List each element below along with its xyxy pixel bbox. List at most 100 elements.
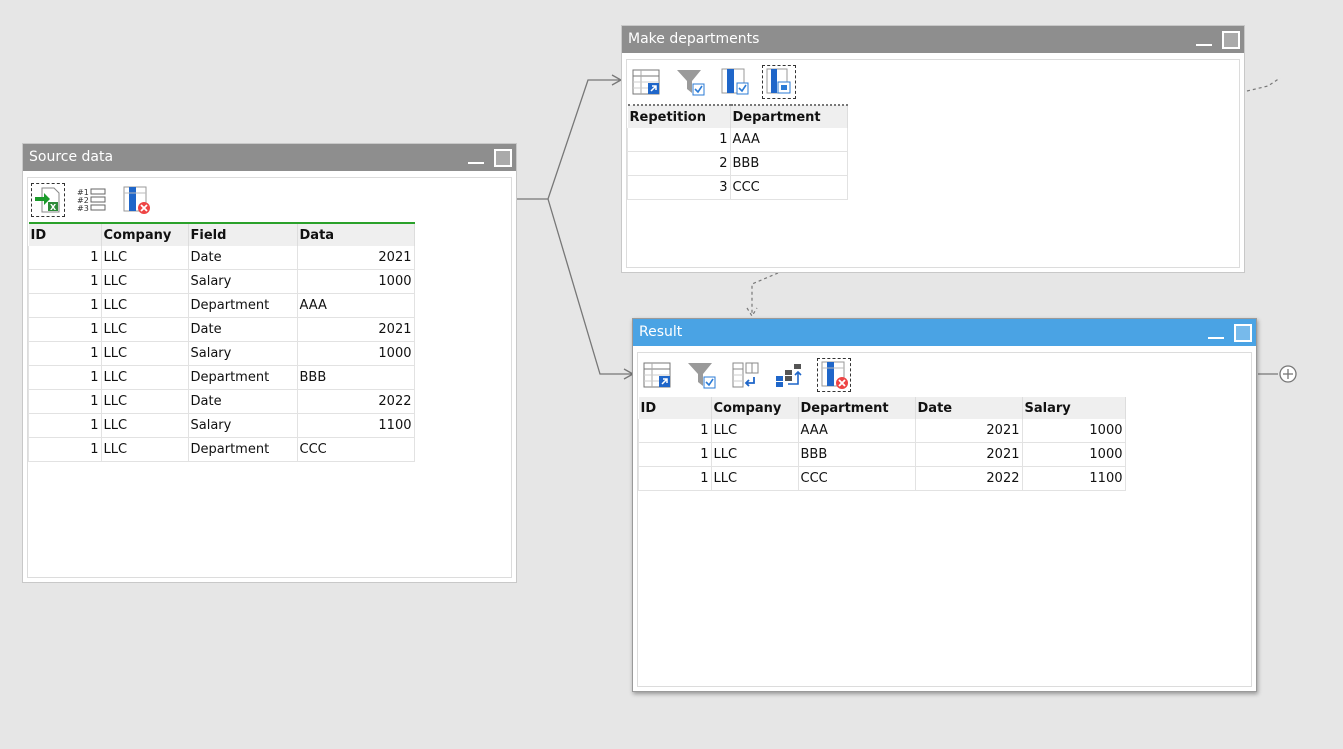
table-cell[interactable]: CCC <box>730 175 848 200</box>
table-cell[interactable]: 2021 <box>915 419 1023 443</box>
sort-button[interactable] <box>773 358 807 392</box>
table-cell[interactable]: 2022 <box>915 466 1023 491</box>
table-row[interactable]: 1 LLC Department BBB <box>28 365 415 390</box>
minimize-button[interactable] <box>1208 325 1224 341</box>
column-header[interactable]: Date <box>915 397 1023 419</box>
table-cell[interactable]: LLC <box>101 317 189 342</box>
table-cell[interactable]: 1 <box>28 269 102 294</box>
table-cell[interactable]: LLC <box>101 341 189 366</box>
table-row[interactable]: 1 LLC Department AAA <box>28 293 415 318</box>
column-header[interactable]: Department <box>798 397 916 419</box>
table-cell[interactable]: 1 <box>28 413 102 438</box>
table-cell[interactable]: 1 <box>28 341 102 366</box>
table-cell[interactable]: AAA <box>798 419 916 443</box>
table-cell[interactable]: LLC <box>711 419 799 443</box>
table-cell[interactable]: Date <box>188 317 298 342</box>
column-header[interactable]: Salary <box>1022 397 1126 419</box>
table-cell[interactable]: CCC <box>297 437 415 462</box>
table-cell[interactable]: Salary <box>188 269 298 294</box>
table-row[interactable]: 1 LLC CCC 2022 1100 <box>638 466 1126 491</box>
table-row[interactable]: 2 BBB <box>627 151 848 176</box>
table-cell[interactable]: 1 <box>28 293 102 318</box>
table-cell[interactable]: LLC <box>711 466 799 491</box>
table-cell[interactable]: 1 <box>638 442 712 467</box>
table-cell[interactable]: 1 <box>28 437 102 462</box>
table-cell[interactable]: Salary <box>188 413 298 438</box>
column-header[interactable]: Company <box>711 397 799 419</box>
table-cell[interactable]: LLC <box>711 442 799 467</box>
numbered-list-button[interactable]: #1 #2 #3 <box>75 183 109 217</box>
table-cell[interactable]: 2021 <box>297 317 415 342</box>
table-cell[interactable]: Date <box>188 246 298 270</box>
maximize-button[interactable] <box>494 148 512 167</box>
import-excel-button[interactable]: X <box>31 183 65 217</box>
table-row[interactable]: 1 LLC Date 2022 <box>28 389 415 414</box>
table-cell[interactable]: 1 <box>638 419 712 443</box>
table-cell[interactable]: 1 <box>28 317 102 342</box>
source-data-titlebar[interactable]: Source data <box>23 144 516 171</box>
column-header[interactable]: ID <box>28 222 102 246</box>
table-row[interactable]: 1 LLC Date 2021 <box>28 317 415 342</box>
table-cell[interactable]: 2021 <box>915 442 1023 467</box>
table-cell[interactable]: 3 <box>627 175 731 200</box>
export-table-button[interactable] <box>630 65 664 99</box>
table-row[interactable]: 1 LLC Salary 1000 <box>28 341 415 366</box>
table-cell[interactable]: 2022 <box>297 389 415 414</box>
table-cell[interactable]: BBB <box>297 365 415 390</box>
table-cell[interactable]: CCC <box>798 466 916 491</box>
table-row[interactable]: 3 CCC <box>627 175 848 200</box>
table-row[interactable]: 1 LLC Date 2021 <box>28 246 415 270</box>
table-cell[interactable]: LLC <box>101 389 189 414</box>
column-header[interactable]: ID <box>638 397 712 419</box>
maximize-button[interactable] <box>1234 323 1252 342</box>
table-row[interactable]: 1 AAA <box>627 128 848 152</box>
table-cell[interactable]: BBB <box>730 151 848 176</box>
select-column-button[interactable] <box>718 65 752 99</box>
column-header[interactable]: Company <box>101 222 189 246</box>
remove-column-button[interactable] <box>817 358 851 392</box>
table-cell[interactable]: 1 <box>638 466 712 491</box>
table-row[interactable]: 1 LLC Department CCC <box>28 437 415 462</box>
table-cell[interactable]: LLC <box>101 269 189 294</box>
table-cell[interactable]: 1 <box>28 246 102 270</box>
table-cell[interactable]: LLC <box>101 437 189 462</box>
table-row[interactable]: 1 LLC AAA 2021 1000 <box>638 419 1126 443</box>
column-header[interactable]: Department <box>730 104 848 128</box>
table-cell[interactable]: Salary <box>188 341 298 366</box>
make-departments-panel[interactable]: Make departments Repetition Department 1… <box>621 25 1245 273</box>
table-cell[interactable]: 1 <box>28 365 102 390</box>
table-row[interactable]: 1 LLC Salary 1000 <box>28 269 415 294</box>
table-row[interactable]: 1 LLC Salary 1100 <box>28 413 415 438</box>
table-cell[interactable]: Date <box>188 389 298 414</box>
table-cell[interactable]: LLC <box>101 413 189 438</box>
add-node-icon[interactable] <box>1279 365 1297 383</box>
table-cell[interactable]: Department <box>188 293 298 318</box>
table-cell[interactable]: LLC <box>101 365 189 390</box>
pivot-button[interactable] <box>729 358 763 392</box>
table-cell[interactable]: 1000 <box>1022 419 1126 443</box>
table-cell[interactable]: BBB <box>798 442 916 467</box>
table-cell[interactable]: Department <box>188 437 298 462</box>
table-cell[interactable]: 2021 <box>297 246 415 270</box>
filter-button[interactable] <box>674 65 708 99</box>
make-departments-titlebar[interactable]: Make departments <box>622 26 1244 53</box>
table-row[interactable]: 1 LLC BBB 2021 1000 <box>638 442 1126 467</box>
table-cell[interactable]: Department <box>188 365 298 390</box>
table-cell[interactable]: AAA <box>297 293 415 318</box>
table-cell[interactable]: 1 <box>627 128 731 152</box>
table-cell[interactable]: 1100 <box>297 413 415 438</box>
column-header[interactable]: Field <box>188 222 298 246</box>
export-table-button[interactable] <box>641 358 675 392</box>
table-cell[interactable]: LLC <box>101 293 189 318</box>
table-cell[interactable]: 1000 <box>297 269 415 294</box>
result-panel[interactable]: Result ID Company Department Date Salary… <box>632 318 1257 692</box>
column-header[interactable]: Repetition <box>627 104 731 128</box>
minimize-button[interactable] <box>1196 32 1212 48</box>
source-data-panel[interactable]: Source data X #1 #2 #3 ID Company Field … <box>22 143 517 583</box>
table-cell[interactable]: 1 <box>28 389 102 414</box>
table-cell[interactable]: 2 <box>627 151 731 176</box>
table-cell[interactable]: 1000 <box>1022 442 1126 467</box>
table-cell[interactable]: LLC <box>101 246 189 270</box>
table-cell[interactable]: AAA <box>730 128 848 152</box>
split-column-button[interactable] <box>762 65 796 99</box>
